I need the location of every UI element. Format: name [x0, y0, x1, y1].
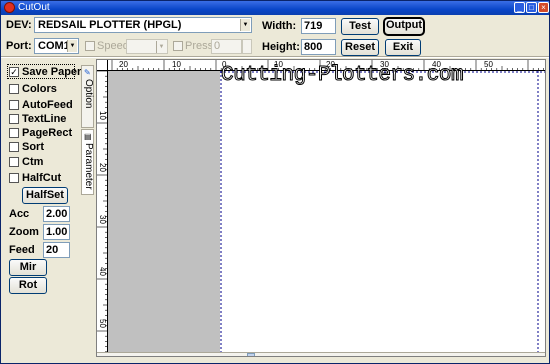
- horizontal-scrollbar[interactable]: [97, 352, 545, 356]
- device-select-value: REDSAIL PLOTTER (HPGL): [38, 19, 182, 31]
- hruler-label: 20: [119, 60, 128, 69]
- pressure-spinner[interactable]: [242, 39, 252, 54]
- scrollbar-thumb[interactable]: [247, 353, 255, 356]
- sort-checkbox[interactable]: [9, 142, 19, 152]
- port-select[interactable]: COM1 ▼: [34, 38, 79, 54]
- cut-canvas[interactable]: 20 10 0 10 20 30 40 50 10 20 30 40 50 Cu…: [96, 59, 546, 357]
- zoom-label: Zoom: [9, 226, 39, 238]
- ctm-checkbox[interactable]: [9, 157, 19, 167]
- colors-checkbox[interactable]: [9, 84, 19, 94]
- option-label: Ctm: [22, 156, 44, 168]
- exit-button[interactable]: Exit: [385, 39, 421, 56]
- option-label: Colors: [22, 83, 57, 95]
- vruler-label: 50: [98, 319, 107, 328]
- media-boundary: [220, 71, 545, 352]
- rotate-button[interactable]: Rot: [9, 277, 47, 294]
- halfcut-checkbox[interactable]: [9, 173, 19, 183]
- tab-parameter-label: Parameter: [83, 143, 94, 190]
- minimize-button[interactable]: _: [514, 2, 525, 13]
- speed-checkbox[interactable]: [85, 41, 95, 51]
- acc-label: Acc: [9, 208, 30, 220]
- speed-select[interactable]: ▼: [126, 39, 168, 54]
- vruler-label: 10: [98, 111, 107, 120]
- textline-checkbox[interactable]: [9, 114, 19, 124]
- option-tab-icon: ✎: [84, 68, 91, 77]
- pagerect-checkbox[interactable]: [9, 128, 19, 138]
- close-button[interactable]: ×: [538, 2, 549, 13]
- port-label: Port:: [6, 40, 32, 52]
- height-label: Height:: [262, 41, 300, 53]
- plot-area[interactable]: [220, 71, 545, 352]
- height-input[interactable]: 800: [301, 39, 336, 55]
- parameter-tab-icon: ▤: [84, 132, 92, 141]
- title-bar[interactable]: CutOut _ □ ×: [1, 1, 549, 15]
- pressure-value: 0: [214, 40, 221, 52]
- hruler-label: 10: [172, 60, 181, 69]
- speed-label: Speed: [97, 40, 129, 52]
- window-title: CutOut: [18, 2, 50, 13]
- option-label: HalfCut: [22, 172, 62, 184]
- offmedia-area: [108, 71, 220, 352]
- option-label: Save Paper: [22, 66, 82, 78]
- vruler-label: 40: [98, 267, 107, 276]
- vruler-label: 20: [98, 163, 107, 172]
- device-select[interactable]: REDSAIL PLOTTER (HPGL) ▼: [34, 17, 252, 33]
- vertical-ruler: 10 20 30 40 50: [97, 71, 108, 352]
- zoom-input[interactable]: 1.00: [43, 224, 70, 240]
- vruler-label: 30: [98, 215, 107, 224]
- hruler-label: 50: [484, 60, 493, 69]
- option-label: AutoFeed: [22, 99, 73, 111]
- option-label: Sort: [22, 141, 44, 153]
- chevron-down-icon[interactable]: ▼: [156, 41, 166, 53]
- test-button[interactable]: Test: [341, 18, 379, 35]
- chevron-down-icon[interactable]: ▼: [240, 19, 250, 31]
- toolbar-divider: [1, 56, 549, 58]
- ruler-corner: [97, 60, 108, 71]
- watermark-text: Cutting-Plotters.com: [220, 64, 464, 88]
- width-input[interactable]: 719: [301, 18, 336, 34]
- dev-label: DEV:: [6, 19, 32, 31]
- tab-option[interactable]: ✎ Option: [81, 65, 94, 128]
- feed-input[interactable]: 20: [43, 242, 70, 258]
- option-label: TextLine: [22, 113, 67, 125]
- tab-option-label: Option: [83, 79, 94, 109]
- output-button[interactable]: Output: [383, 17, 425, 36]
- option-label: PageRect: [22, 127, 73, 139]
- width-label: Width:: [262, 20, 297, 32]
- tab-parameter[interactable]: ▤ Parameter: [81, 129, 94, 195]
- chevron-down-icon[interactable]: ▼: [67, 40, 77, 52]
- pressure-label: Press: [185, 40, 214, 52]
- halfset-button[interactable]: HalfSet: [22, 187, 68, 204]
- acc-input[interactable]: 2.00: [43, 206, 70, 222]
- reset-button[interactable]: Reset: [341, 39, 379, 56]
- pressure-input[interactable]: 0: [211, 39, 242, 54]
- maximize-button[interactable]: □: [526, 2, 537, 13]
- app-icon: [4, 2, 15, 13]
- feed-label: Feed: [9, 244, 35, 256]
- pressure-checkbox[interactable]: [173, 41, 183, 51]
- cutout-window: CutOut _ □ × DEV: REDSAIL PLOTTER (HPGL)…: [0, 0, 550, 364]
- mirror-button[interactable]: Mir: [9, 259, 47, 276]
- save-paper-checkbox[interactable]: ✓: [9, 67, 19, 77]
- autofeed-checkbox[interactable]: [9, 100, 19, 110]
- port-select-value: COM1: [38, 40, 70, 52]
